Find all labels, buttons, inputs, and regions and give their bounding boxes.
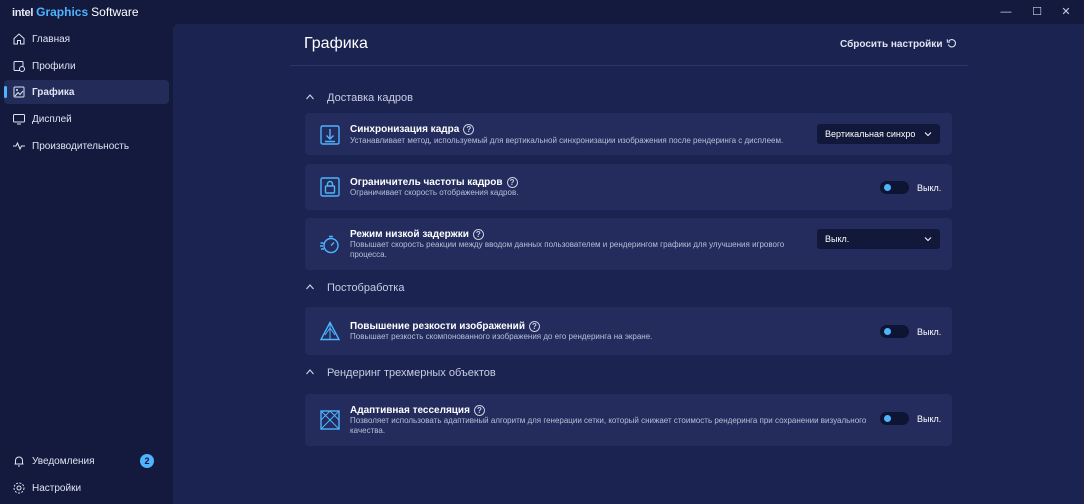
display-icon (13, 114, 25, 125)
tessellation-toggle[interactable] (880, 412, 909, 425)
sidebar-item-label: Профили (32, 61, 76, 72)
sidebar-item-performance[interactable]: Производительность (4, 134, 169, 158)
reset-settings-label: Сбросить настройки (840, 39, 943, 50)
card-description: Позволяет использовать адаптивный алгори… (350, 416, 866, 436)
gear-icon (13, 482, 25, 494)
card-description: Устанавливает метод, используемый для ве… (350, 136, 784, 145)
card-title-text: Ограничитель частоты кадров (350, 177, 503, 188)
card-title: Режим низкой задержки? (350, 229, 484, 240)
sidebar-item-label: Дисплей (32, 114, 72, 125)
brand-software: Software (91, 5, 139, 19)
frame-limiter-toggle[interactable] (880, 181, 909, 194)
frame-sync-icon (320, 125, 340, 145)
card-title-text: Режим низкой задержки (350, 229, 469, 240)
sidebar-item-home[interactable]: Главная (4, 27, 169, 51)
help-icon[interactable]: ? (473, 405, 485, 416)
sidebar-item-graphics[interactable]: Графика (4, 80, 169, 104)
card-description-line: процесса. (350, 250, 387, 259)
intel-logo: intel (12, 7, 34, 19)
sidebar-item-display[interactable]: Дисплей (4, 107, 169, 131)
card-frame-limiter: Ограничитель частоты кадров? Ограничивае… (305, 164, 952, 210)
card-description-line: качества. (350, 426, 386, 435)
sidebar-item-profiles[interactable]: Профили (4, 54, 169, 78)
low-latency-icon (320, 235, 339, 254)
section-label: Рендеринг трехмерных объектов (327, 367, 496, 379)
card-title: Повышение резкости изображений? (350, 321, 540, 332)
help-icon[interactable]: ? (463, 124, 475, 135)
brand-graphics: Graphics (36, 5, 89, 19)
sidebar-item-label: Настройки (32, 483, 82, 494)
active-indicator (4, 86, 7, 98)
chevron-up-icon (306, 369, 314, 375)
frame-limiter-icon (320, 177, 340, 197)
reset-settings-button[interactable]: Сбросить настройки (840, 38, 957, 50)
sidebar-item-notifications[interactable]: Уведомления 2 (4, 449, 169, 473)
bell-icon (14, 456, 24, 467)
graphics-icon (13, 86, 25, 98)
sidebar-item-label: Производительность (32, 141, 130, 152)
card-title: Синхронизация кадра? (350, 124, 475, 135)
sharpening-toggle[interactable] (880, 325, 909, 338)
card-title-text: Адаптивная тесселяция (350, 405, 470, 416)
card-description: Повышает скорость реакции между вводом д… (350, 240, 784, 260)
card-low-latency: Режим низкой задержки? Повышает скорость… (305, 218, 952, 270)
home-icon (13, 33, 25, 45)
app-brand: intel Graphics Software (12, 5, 139, 19)
chevron-down-icon (924, 132, 932, 137)
section-label: Постобработка (327, 282, 405, 294)
card-description: Повышает резкость скомпонованного изобра… (350, 332, 653, 341)
close-button[interactable]: ✕ (1048, 3, 1084, 21)
select-value: Вертикальная синхро (825, 129, 916, 139)
header-divider (290, 65, 968, 66)
card-title: Адаптивная тесселяция? (350, 405, 485, 416)
main-panel: Графика Сбросить настройки Доставка кадр… (173, 24, 1084, 504)
sidebar-item-label: Уведомления (32, 456, 95, 467)
sidebar-item-label: Главная (32, 34, 71, 45)
page-title: Графика (304, 35, 368, 52)
card-description-line: Повышает скорость реакции между вводом д… (350, 240, 785, 249)
toggle-knob (884, 328, 891, 335)
card-title-text: Повышение резкости изображений (350, 321, 525, 332)
card-image-sharpening: Повышение резкости изображений? Повышает… (305, 307, 952, 355)
card-title-text: Синхронизация кадра (350, 124, 460, 135)
chevron-up-icon (306, 94, 314, 100)
performance-icon (13, 141, 25, 151)
toggle-state-label: Выкл. (917, 414, 942, 424)
frame-sync-select[interactable]: Вертикальная синхро (817, 124, 940, 144)
sidebar: Главная Профили Графика Дисплей Производ… (0, 24, 172, 504)
profiles-icon (13, 61, 25, 72)
card-title: Ограничитель частоты кадров? (350, 177, 518, 188)
notification-badge: 2 (140, 454, 154, 468)
low-latency-select[interactable]: Выкл. (817, 229, 940, 249)
card-description-line: Позволяет использовать адаптивный алгори… (350, 416, 867, 425)
toggle-state-label: Выкл. (917, 183, 942, 193)
card-adaptive-tessellation: Адаптивная тесселяция? Позволяет использ… (305, 394, 952, 446)
help-icon[interactable]: ? (506, 177, 518, 188)
chevron-down-icon (924, 237, 932, 242)
sidebar-item-label: Графика (32, 87, 75, 98)
toggle-knob (884, 415, 891, 422)
title-bar: intel Graphics Software — ☐ ✕ (0, 0, 1084, 24)
toggle-state-label: Выкл. (917, 327, 942, 337)
section-label: Доставка кадров (327, 92, 413, 104)
help-icon[interactable]: ? (472, 229, 484, 240)
tessellation-icon (320, 410, 340, 430)
help-icon[interactable]: ? (528, 321, 540, 332)
toggle-knob (884, 184, 891, 191)
sharpen-icon (319, 321, 341, 341)
chevron-up-icon (306, 284, 314, 290)
sidebar-item-settings[interactable]: Настройки (4, 476, 169, 500)
reset-icon (947, 39, 957, 48)
select-value: Выкл. (825, 234, 850, 244)
card-description: Ограничивает скорость отображения кадров… (350, 188, 519, 197)
card-frame-sync: Синхронизация кадра? Устанавливает метод… (305, 113, 952, 155)
